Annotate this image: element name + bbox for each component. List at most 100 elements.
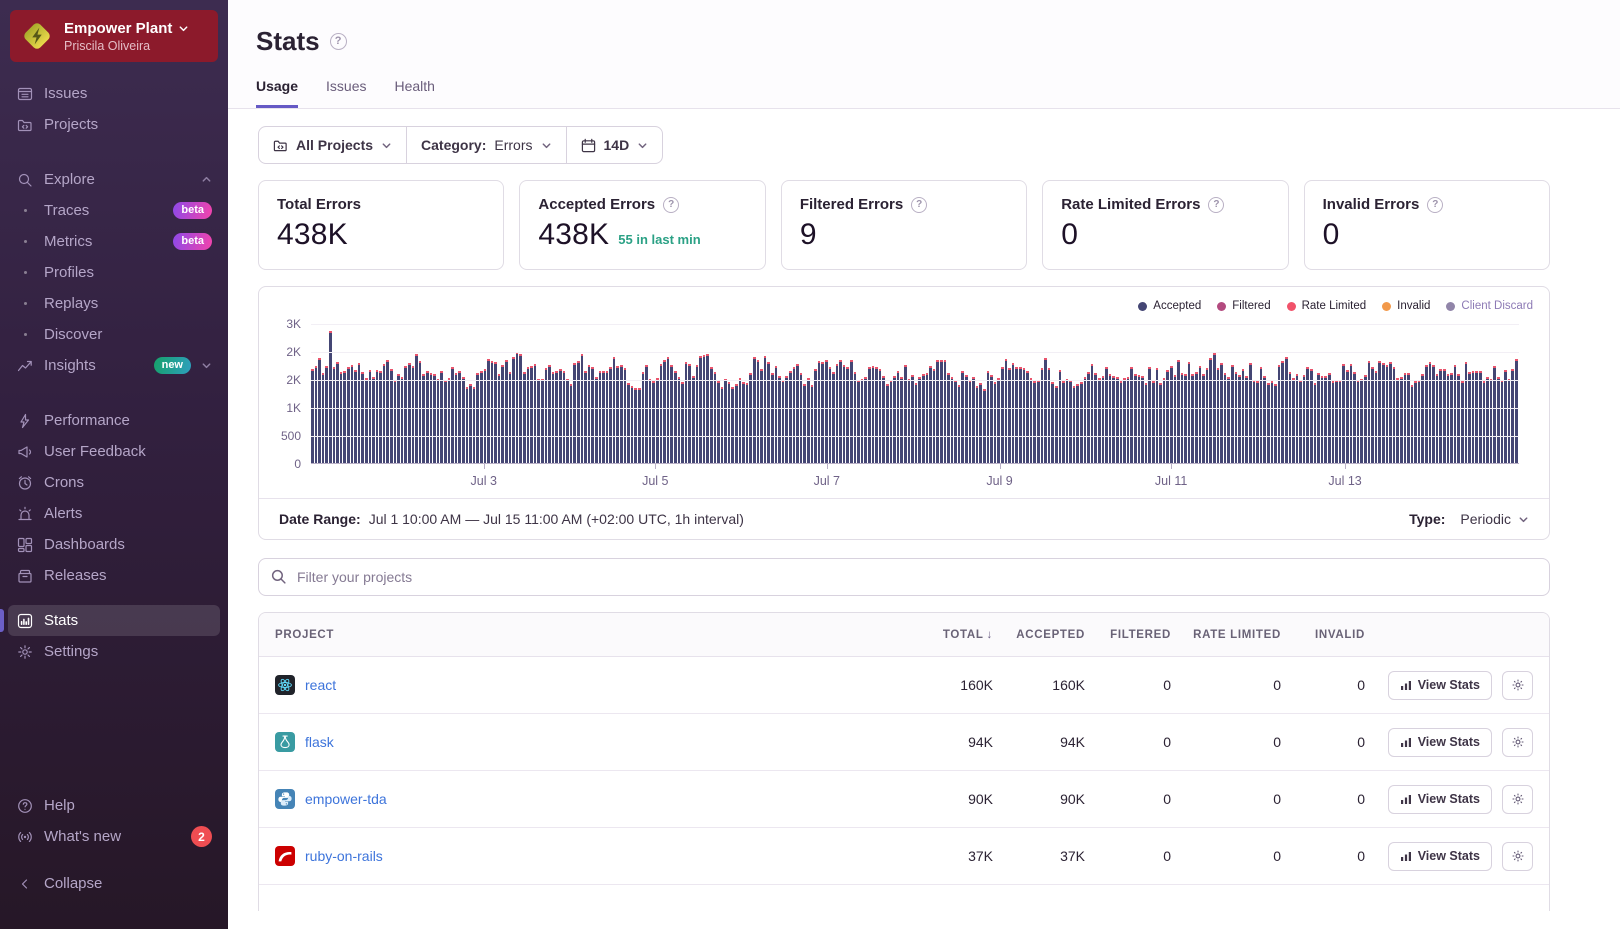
- view-stats-button[interactable]: View Stats: [1387, 841, 1492, 871]
- y-axis-label: 500: [280, 429, 301, 443]
- project-link[interactable]: empower-tda: [305, 791, 387, 807]
- feedback-icon: [16, 444, 34, 460]
- chart-bar: [408, 363, 411, 463]
- chart-bar: [1338, 380, 1342, 463]
- chart-bar: [1076, 384, 1080, 463]
- chart-bar: [889, 380, 893, 463]
- sidebar-item-label: Collapse: [44, 875, 103, 892]
- sidebar-item-performance[interactable]: Performance: [8, 405, 220, 436]
- legend-item-invalid[interactable]: Invalid: [1382, 300, 1430, 312]
- chart-bar: [429, 373, 433, 463]
- chart-bar: [878, 369, 882, 463]
- chart-bar: [591, 367, 594, 463]
- page-help-icon[interactable]: ?: [329, 32, 347, 50]
- chart-bar: [318, 358, 321, 463]
- column-header-invalid[interactable]: INVALID: [1281, 629, 1365, 641]
- chart-bar: [544, 368, 548, 463]
- chart-bar: [328, 331, 332, 463]
- sidebar-item-insights[interactable]: Insights new: [8, 350, 220, 381]
- chart-bar: [1148, 367, 1151, 463]
- sidebar-item-user-feedback[interactable]: User Feedback: [8, 436, 220, 467]
- project-search-input[interactable]: [258, 558, 1550, 596]
- card-help-icon[interactable]: ?: [911, 196, 928, 213]
- tab-health[interactable]: Health: [395, 78, 435, 108]
- sidebar-item-traces[interactable]: Traces beta: [8, 195, 220, 226]
- chart-bar: [526, 367, 530, 463]
- chart-bar: [824, 360, 828, 463]
- column-header-project[interactable]: PROJECT: [275, 629, 883, 641]
- view-stats-button[interactable]: View Stats: [1387, 727, 1492, 757]
- type-label: Type:: [1409, 511, 1446, 527]
- column-header-filtered[interactable]: FILTERED: [1085, 629, 1171, 641]
- sidebar-item-profiles[interactable]: Profiles: [8, 257, 220, 288]
- column-header-rate-limited[interactable]: RATE LIMITED: [1171, 629, 1281, 641]
- project-settings-button[interactable]: [1502, 727, 1533, 757]
- chart-bar: [1403, 373, 1407, 463]
- cell-filtered: 0: [1163, 848, 1171, 864]
- chart-bar: [896, 371, 900, 463]
- legend-item-filtered[interactable]: Filtered: [1217, 300, 1271, 312]
- chart-bar: [1011, 363, 1015, 463]
- chevron-down-icon: [637, 140, 648, 151]
- chart-bar: [469, 384, 472, 463]
- sidebar-item-replays[interactable]: Replays: [8, 288, 220, 319]
- sidebar-item-metrics[interactable]: Metrics beta: [8, 226, 220, 257]
- sidebar-item-stats[interactable]: Stats: [0, 605, 220, 636]
- chart-bar: [426, 371, 429, 463]
- chart-bar: [533, 364, 537, 463]
- category-filter-dropdown[interactable]: Category: Errors: [406, 127, 565, 163]
- project-link[interactable]: flask: [305, 734, 334, 750]
- chart-bar: [814, 369, 817, 463]
- card-help-icon[interactable]: ?: [1427, 196, 1444, 213]
- view-stats-button[interactable]: View Stats: [1387, 784, 1492, 814]
- project-settings-button[interactable]: [1502, 670, 1533, 700]
- chart-bar: [1054, 386, 1058, 463]
- sidebar-item-settings[interactable]: Settings: [8, 636, 220, 667]
- card-help-icon[interactable]: ?: [1208, 196, 1225, 213]
- tab-usage[interactable]: Usage: [256, 78, 299, 108]
- stat-card: Invalid Errors? 0: [1303, 180, 1551, 270]
- sidebar-item-alerts[interactable]: Alerts: [8, 498, 220, 529]
- sidebar-item-releases[interactable]: Releases: [8, 560, 220, 591]
- sidebar-item-help[interactable]: Help: [8, 790, 220, 821]
- sidebar-item-crons[interactable]: Crons: [8, 467, 220, 498]
- sidebar-item-dashboards[interactable]: Dashboards: [8, 529, 220, 560]
- table-header-row: PROJECT TOTAL ↓ ACCEPTED FILTERED RATE LIMITE…: [259, 613, 1549, 657]
- org-switcher[interactable]: Empower Plant Priscila Oliveira: [10, 10, 218, 62]
- sidebar-item-projects[interactable]: Projects: [8, 109, 220, 140]
- project-filter-dropdown[interactable]: All Projects: [259, 127, 406, 163]
- table-row: react 160K 160K 0 0 0 View Stats: [259, 657, 1549, 714]
- tab-issues[interactable]: Issues: [326, 78, 366, 108]
- chart-bar: [1151, 381, 1155, 463]
- chart-bar: [1306, 367, 1310, 463]
- chart-bar: [1123, 378, 1126, 463]
- view-stats-button[interactable]: View Stats: [1387, 670, 1492, 700]
- project-settings-button[interactable]: [1502, 841, 1533, 871]
- legend-item-accepted[interactable]: Accepted: [1138, 300, 1201, 312]
- chart-bar: [1342, 364, 1345, 463]
- chart-bar: [1486, 377, 1489, 463]
- chart-bar: [1410, 385, 1414, 463]
- chart-bar: [1044, 358, 1047, 463]
- chart-bar: [839, 360, 842, 463]
- sidebar-item-collapse[interactable]: Collapse: [8, 868, 220, 899]
- project-settings-button[interactable]: [1502, 784, 1533, 814]
- card-help-icon[interactable]: ?: [663, 196, 680, 213]
- card-title: Filtered Errors: [799, 196, 904, 213]
- date-period-dropdown[interactable]: 14D: [565, 127, 663, 163]
- legend-item-rate-limited[interactable]: Rate Limited: [1286, 300, 1366, 312]
- column-header-total[interactable]: TOTAL ↓: [883, 629, 993, 641]
- project-link[interactable]: react: [305, 677, 336, 693]
- sidebar-item-explore[interactable]: Explore: [8, 164, 220, 195]
- chart-bar: [1407, 373, 1410, 463]
- project-link[interactable]: ruby-on-rails: [305, 848, 383, 864]
- legend-item-client-discard[interactable]: Client Discard: [1446, 300, 1533, 312]
- column-header-accepted[interactable]: ACCEPTED: [993, 629, 1085, 641]
- chart-bar: [638, 388, 641, 463]
- sidebar-item-whats-new[interactable]: What's new 2: [8, 821, 220, 852]
- sidebar-item-issues[interactable]: Issues: [8, 78, 220, 109]
- type-dropdown[interactable]: Type: Periodic: [1409, 511, 1529, 527]
- sidebar-item-discover[interactable]: Discover: [8, 319, 220, 350]
- settings-icon: [16, 644, 34, 660]
- chart-bar: [339, 372, 343, 463]
